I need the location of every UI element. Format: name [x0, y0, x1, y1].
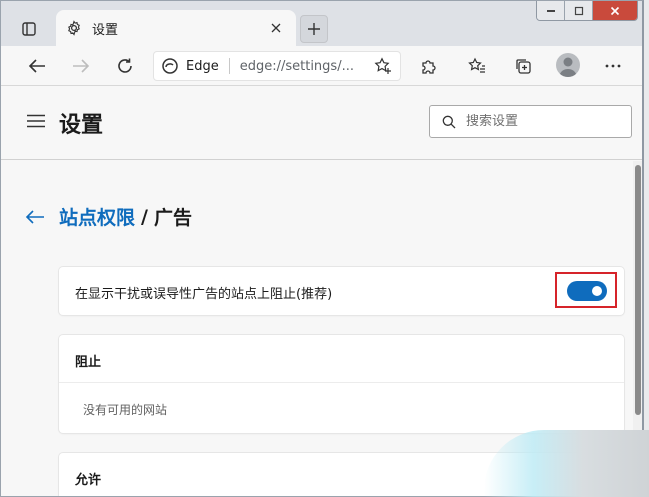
- search-icon: [442, 115, 456, 128]
- plus-icon: [308, 23, 320, 35]
- block-list-section: 阻止 没有可用的网站: [59, 335, 624, 433]
- tab-title: 设置: [92, 22, 119, 38]
- scrollbar-thumb[interactable]: [635, 165, 641, 415]
- favorite-star-icon[interactable]: [374, 57, 392, 75]
- favorites-button[interactable]: [463, 52, 491, 80]
- more-dots-icon: [605, 64, 621, 68]
- breadcrumb-separator: /: [141, 205, 148, 228]
- more-menu-button[interactable]: [599, 52, 627, 80]
- favorites-icon: [468, 57, 485, 73]
- breadcrumb-back-button[interactable]: [25, 207, 47, 227]
- arrow-right-icon: [73, 59, 90, 73]
- refresh-icon: [118, 58, 132, 73]
- tab-settings[interactable]: 设置: [56, 10, 296, 46]
- settings-header: 设置: [1, 87, 642, 160]
- back-button[interactable]: [23, 52, 51, 80]
- tab-strip: 设置: [1, 1, 642, 46]
- page-title: 设置: [59, 113, 104, 138]
- collections-button[interactable]: [509, 52, 537, 80]
- address-url[interactable]: edge://settings/...: [240, 59, 374, 74]
- address-site-label: Edge: [186, 58, 219, 74]
- maximize-icon: [574, 6, 583, 15]
- breadcrumb-site-permissions-link[interactable]: 站点权限: [59, 203, 135, 230]
- block-intrusive-ads-setting: 在显示干扰或误导性广告的站点上阻止(推荐): [59, 267, 624, 315]
- extensions-button[interactable]: [415, 52, 443, 80]
- minimize-icon: [546, 9, 555, 12]
- browser-window: 设置 Edge edge://settings/... 设置 搜索设置 站点权限…: [0, 0, 644, 497]
- close-icon: [271, 23, 281, 33]
- maximize-button[interactable]: [565, 1, 593, 20]
- collections-icon: [516, 59, 531, 74]
- toggle-setting-label: 在显示干扰或误导性广告的站点上阻止(推荐): [75, 287, 333, 302]
- edge-logo-icon: [162, 58, 178, 74]
- user-icon: [559, 57, 577, 77]
- puzzle-icon: [422, 60, 436, 74]
- search-input[interactable]: [466, 114, 616, 129]
- decorative-blur-overlay: [484, 430, 649, 497]
- new-tab-button[interactable]: [300, 15, 328, 43]
- browser-toolbar: Edge edge://settings/...: [1, 46, 642, 86]
- gear-icon: [68, 20, 80, 36]
- block-section-title: 阻止: [59, 335, 624, 383]
- tab-actions-button[interactable]: [15, 15, 43, 43]
- arrow-left-icon: [25, 209, 44, 224]
- hamburger-menu-icon[interactable]: [27, 114, 45, 128]
- close-icon: [610, 6, 620, 15]
- profile-avatar[interactable]: [556, 53, 580, 77]
- window-controls: [536, 1, 638, 21]
- forward-button[interactable]: [67, 52, 95, 80]
- refresh-button[interactable]: [111, 52, 139, 80]
- tab-actions-icon: [22, 22, 36, 36]
- arrow-left-icon: [28, 59, 45, 73]
- tab-close-button[interactable]: [266, 18, 286, 38]
- search-box[interactable]: [429, 105, 632, 138]
- minimize-button[interactable]: [537, 1, 565, 20]
- breadcrumb: 站点权限 / 广告: [25, 203, 192, 230]
- breadcrumb-current: 广告: [153, 207, 192, 229]
- toggle-highlight-box: [555, 272, 617, 308]
- address-bar[interactable]: Edge edge://settings/...: [153, 51, 401, 81]
- toggle-knob: [592, 286, 602, 296]
- address-divider: [228, 58, 230, 74]
- block-empty-text: 没有可用的网站: [83, 403, 168, 417]
- close-window-button[interactable]: [593, 1, 637, 20]
- block-ads-toggle[interactable]: [567, 281, 607, 301]
